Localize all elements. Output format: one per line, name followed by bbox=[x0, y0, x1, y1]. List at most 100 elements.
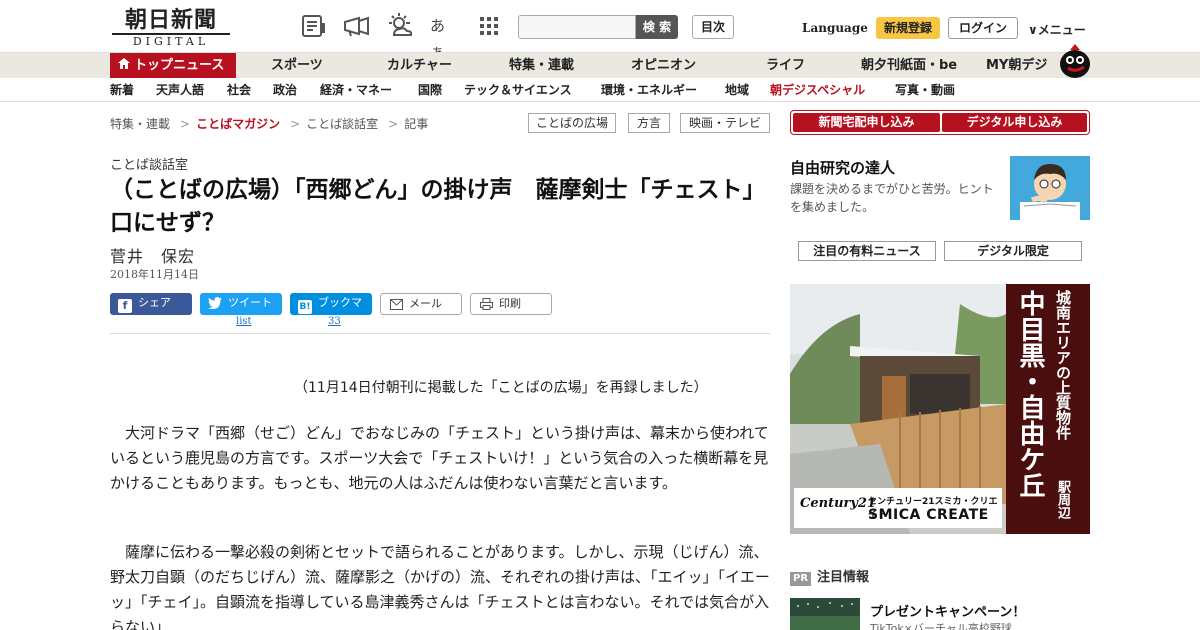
nav-tech-science[interactable]: テック＆サイエンス bbox=[464, 78, 572, 102]
login-button[interactable]: ログイン bbox=[948, 17, 1018, 39]
nav-life[interactable]: ライフ bbox=[766, 53, 805, 79]
feature-title-link[interactable]: 自由研究の達人 bbox=[790, 157, 895, 178]
breadcrumb-separator: > bbox=[180, 117, 191, 131]
search-button[interactable]: 検 索 bbox=[636, 15, 678, 39]
tag-movie-tv[interactable]: 映画・テレビ bbox=[680, 113, 770, 133]
breadcrumb: 特集・連載 > ことばマガジン > ことば談話室 > 記事 bbox=[110, 115, 432, 132]
pr-thumbnail[interactable] bbox=[790, 598, 860, 630]
pr-badge: PR bbox=[790, 572, 812, 586]
article-author: 菅井 保宏 bbox=[110, 247, 196, 266]
nav-economy[interactable]: 経済・マネー bbox=[320, 78, 392, 102]
site-header: 朝日新聞 DIGITAL あぁ 検 索 目次 Language 新規登録 ログイ… bbox=[0, 0, 1200, 61]
tab-paid-news[interactable]: 注目の有料ニュース bbox=[798, 241, 936, 261]
mail-icon bbox=[389, 299, 403, 313]
article-date: 2018年11月14日 bbox=[110, 268, 199, 281]
menu-button[interactable]: ∨メニュー bbox=[1028, 21, 1086, 38]
breadcrumb-article: 記事 bbox=[404, 117, 429, 131]
nav-top-news-label: トップニュース bbox=[134, 58, 225, 73]
search-box: 検 索 bbox=[518, 15, 678, 39]
hatena-icon: B! bbox=[298, 300, 312, 314]
breadcrumb-features[interactable]: 特集・連載 bbox=[110, 117, 170, 131]
mail-share-button[interactable]: メール bbox=[380, 293, 462, 315]
register-button[interactable]: 新規登録 bbox=[876, 17, 940, 39]
primary-nav: トップニュース スポーツ カルチャー 特集・連載 オピニオン ライフ 朝夕刊紙面… bbox=[0, 52, 1200, 79]
nav-tenseijingo[interactable]: 天声人語 bbox=[156, 78, 204, 102]
divider bbox=[110, 333, 770, 334]
twitter-share-button[interactable]: ツイート bbox=[200, 293, 282, 315]
menu-label: メニュー bbox=[1037, 23, 1086, 37]
breadcrumb-kotoba-danwashitsu[interactable]: ことば談話室 bbox=[306, 117, 378, 131]
republish-note: （11月14日付朝刊に掲載した「ことばの広場」を再録しました） bbox=[294, 380, 708, 396]
nav-society[interactable]: 社会 bbox=[227, 78, 251, 102]
facebook-share-label: シェア bbox=[138, 296, 171, 309]
nav-opinion[interactable]: オピニオン bbox=[631, 53, 696, 79]
print-icon bbox=[479, 298, 493, 312]
print-label: 印刷 bbox=[499, 297, 521, 310]
twitter-bird-icon bbox=[208, 297, 222, 311]
logo-digital: DIGITAL bbox=[112, 33, 230, 48]
search-input[interactable] bbox=[518, 15, 636, 39]
print-button[interactable]: 印刷 bbox=[470, 293, 552, 315]
tab-digital-only[interactable]: デジタル限定 bbox=[944, 241, 1082, 261]
ad-line-1: 城南エリアの上質物件 bbox=[1054, 290, 1072, 440]
article-paragraph-2: 薩摩に伝わる一撃必殺の剣術とセットで語られることがあります。しかし、示現（じげん… bbox=[110, 543, 770, 630]
pr-heading: PR 注目情報 bbox=[790, 566, 869, 586]
twitter-share-label: ツイート bbox=[228, 296, 272, 309]
home-icon bbox=[118, 53, 130, 79]
nav-latest[interactable]: 新着 bbox=[110, 78, 134, 102]
newspaper-icon[interactable] bbox=[300, 13, 328, 39]
century21-logo: Century21 bbox=[800, 496, 877, 511]
breadcrumb-separator: > bbox=[290, 117, 301, 131]
nav-features[interactable]: 特集・連載 bbox=[509, 53, 574, 79]
facebook-icon: f bbox=[118, 299, 132, 313]
asahi-digital-logo[interactable]: 朝日新聞 DIGITAL bbox=[112, 7, 230, 48]
pr-title-link[interactable]: プレゼントキャンペーン！ bbox=[870, 601, 1025, 620]
nav-top-news[interactable]: トップニュース bbox=[110, 53, 236, 79]
subscription-box: 新聞宅配申し込み デジタル申し込み bbox=[790, 110, 1090, 135]
newspaper-delivery-button[interactable]: 新聞宅配申し込み bbox=[793, 113, 940, 132]
nav-politics[interactable]: 政治 bbox=[273, 78, 297, 102]
advertisement-banner[interactable]: 城南エリアの上質物件 中目黒・自由ケ丘 駅周辺 Century21 センチュリー… bbox=[790, 284, 1090, 534]
nav-special[interactable]: 朝デジスペシャル bbox=[770, 78, 865, 102]
font-size-icon[interactable]: あぁ bbox=[430, 13, 458, 61]
twitter-count-link[interactable]: list bbox=[236, 316, 252, 327]
nav-environment[interactable]: 環境・エネルギー bbox=[601, 78, 697, 102]
ad-line-2: 中目黒・自由ケ丘 bbox=[1015, 290, 1045, 498]
feature-thumbnail[interactable] bbox=[1010, 156, 1090, 220]
pr-heading-label: 注目情報 bbox=[817, 570, 870, 585]
secondary-nav: 新着 天声人語 社会 政治 経済・マネー 国際 テック＆サイエンス 環境・エネル… bbox=[0, 78, 1200, 102]
megaphone-icon[interactable] bbox=[342, 13, 370, 39]
nav-sports[interactable]: スポーツ bbox=[271, 53, 323, 79]
article-paragraph-1: 大河ドラマ「西郷（せご）どん」でおなじみの「チェスト」という掛け声は、幕末から使… bbox=[110, 424, 769, 492]
facebook-share-button[interactable]: f シェア bbox=[110, 293, 192, 315]
nav-paper[interactable]: 朝夕刊紙面・be bbox=[861, 53, 957, 79]
nav-photo-video[interactable]: 写真・動画 bbox=[895, 78, 955, 102]
breadcrumb-kotoba-magazine[interactable]: ことばマガジン bbox=[196, 117, 280, 131]
language-link[interactable]: Language bbox=[802, 21, 868, 35]
ad-brand-en: SMICA CREATE bbox=[868, 507, 989, 523]
nav-my-asadigi[interactable]: MY朝デジ bbox=[986, 53, 1047, 79]
ad-side-panel: 城南エリアの上質物件 中目黒・自由ケ丘 駅周辺 bbox=[1006, 284, 1090, 534]
mascot-icon[interactable] bbox=[1058, 42, 1092, 78]
article-title: （ことばの広場）「西郷どん」の掛け声 薩摩剣士「チェスト」口にせず？ bbox=[110, 177, 766, 236]
nav-international[interactable]: 国際 bbox=[418, 78, 442, 102]
chevron-down-icon: ∨ bbox=[1028, 23, 1038, 37]
digital-subscribe-button[interactable]: デジタル申し込み bbox=[942, 113, 1087, 132]
hatena-count-link[interactable]: 33 bbox=[328, 316, 341, 327]
tag-kotoba-hiroba[interactable]: ことばの広場 bbox=[528, 113, 616, 133]
nav-region[interactable]: 地域 bbox=[725, 78, 749, 102]
logo-japanese: 朝日新聞 bbox=[124, 7, 217, 33]
article-kicker[interactable]: ことば談話室 bbox=[110, 154, 188, 173]
grid-icon[interactable] bbox=[476, 13, 504, 39]
tag-dialect[interactable]: 方言 bbox=[628, 113, 670, 133]
mail-share-label: メール bbox=[409, 297, 442, 310]
ad-line-3: 駅周辺 bbox=[1055, 480, 1070, 519]
pr-subtitle: TikTok×バーチャル高校野球 bbox=[870, 622, 1012, 630]
ad-brand-box: Century21 センチュリー21スミカ・クリエイト SMICA CREATE bbox=[794, 488, 1002, 528]
feature-description: 課題を決めるまでがひと苦労。ヒントを集めました。 bbox=[790, 182, 994, 214]
nav-culture[interactable]: カルチャー bbox=[387, 53, 452, 79]
toc-button[interactable]: 目次 bbox=[692, 15, 734, 39]
breadcrumb-separator: > bbox=[388, 117, 399, 131]
weather-icon[interactable] bbox=[386, 13, 414, 39]
hatena-bookmark-button[interactable]: B! ブックマーク bbox=[290, 293, 372, 330]
